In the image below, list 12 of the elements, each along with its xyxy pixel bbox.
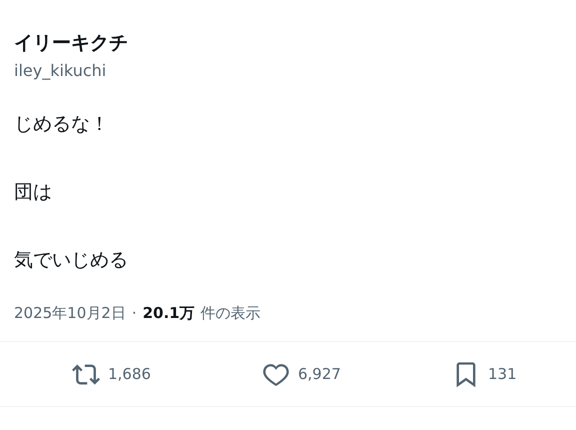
views-label: 件の表示: [200, 304, 261, 323]
retweet-button[interactable]: 1,686: [72, 360, 162, 388]
like-button[interactable]: 6,927: [262, 360, 352, 388]
post-date[interactable]: 2025年10月2日: [14, 304, 126, 323]
author-handle[interactable]: iley_kikuchi: [14, 60, 576, 82]
separator-dot: ·: [132, 304, 137, 323]
view-count: 20.1万: [142, 304, 195, 323]
bookmark-button[interactable]: 131: [452, 360, 542, 388]
post-text-line: 団は: [14, 180, 53, 204]
post-text-line: じめるな！: [14, 112, 110, 136]
post-text-line: 気でいじめる: [14, 248, 129, 272]
author-name[interactable]: イリーキクチ: [14, 30, 576, 56]
